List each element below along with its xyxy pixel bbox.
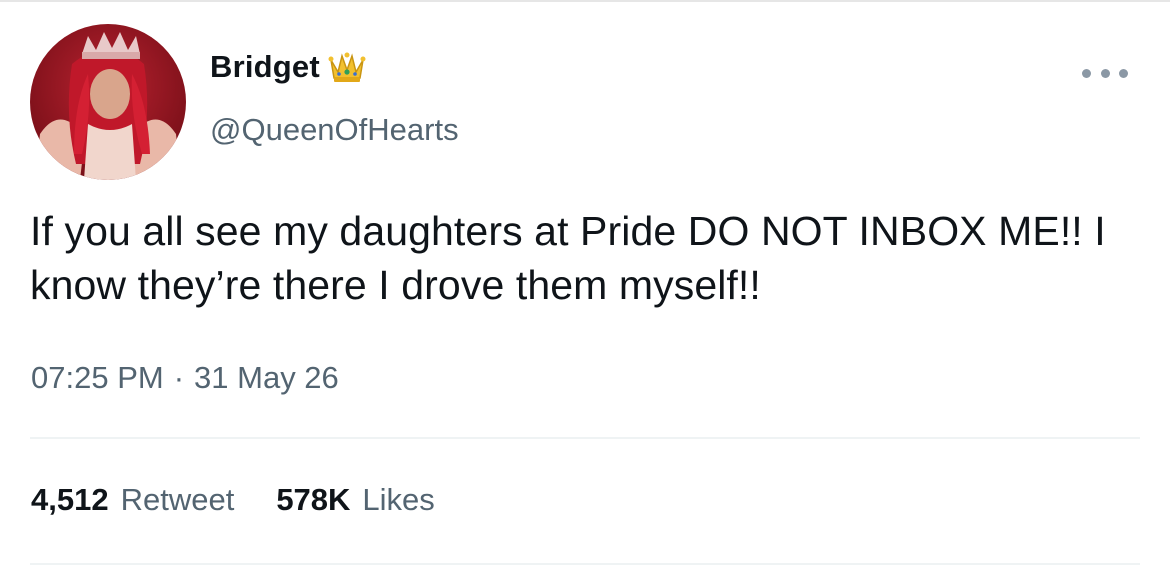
divider <box>30 563 1140 565</box>
retweets-label: Retweet <box>120 482 235 517</box>
divider <box>30 437 1140 439</box>
user-handle[interactable]: @QueenOfHearts <box>210 112 459 148</box>
more-options-button[interactable] <box>1082 60 1128 86</box>
likes-stat[interactable]: 578K Likes <box>276 482 434 518</box>
timestamp-separator: · <box>173 360 185 395</box>
avatar[interactable] <box>30 24 186 180</box>
more-options-icon <box>1119 68 1128 78</box>
engagement-stats: 4,512 Retweet 578K Likes <box>31 482 435 518</box>
timestamp[interactable]: 07:25 PM · 31 May 26 <box>31 360 339 396</box>
likes-count: 578K <box>276 482 351 517</box>
display-name[interactable]: Bridget <box>210 49 320 85</box>
crown-icon <box>328 50 366 84</box>
tweet-card: Bridget @QueenOfHearts If you all see my… <box>0 0 1170 566</box>
more-options-icon <box>1082 68 1091 78</box>
tweet-date[interactable]: 31 May 26 <box>194 360 339 396</box>
tweet-time[interactable]: 07:25 PM <box>31 360 164 396</box>
likes-label: Likes <box>362 482 435 517</box>
avatar-image <box>30 24 186 180</box>
more-options-icon <box>1100 68 1110 78</box>
tweet-text: If you all see my daughters at Pride DO … <box>30 208 1106 308</box>
retweets-count: 4,512 <box>31 482 109 517</box>
retweets-stat[interactable]: 4,512 Retweet <box>31 482 234 518</box>
author-name-row[interactable]: Bridget <box>210 46 366 88</box>
